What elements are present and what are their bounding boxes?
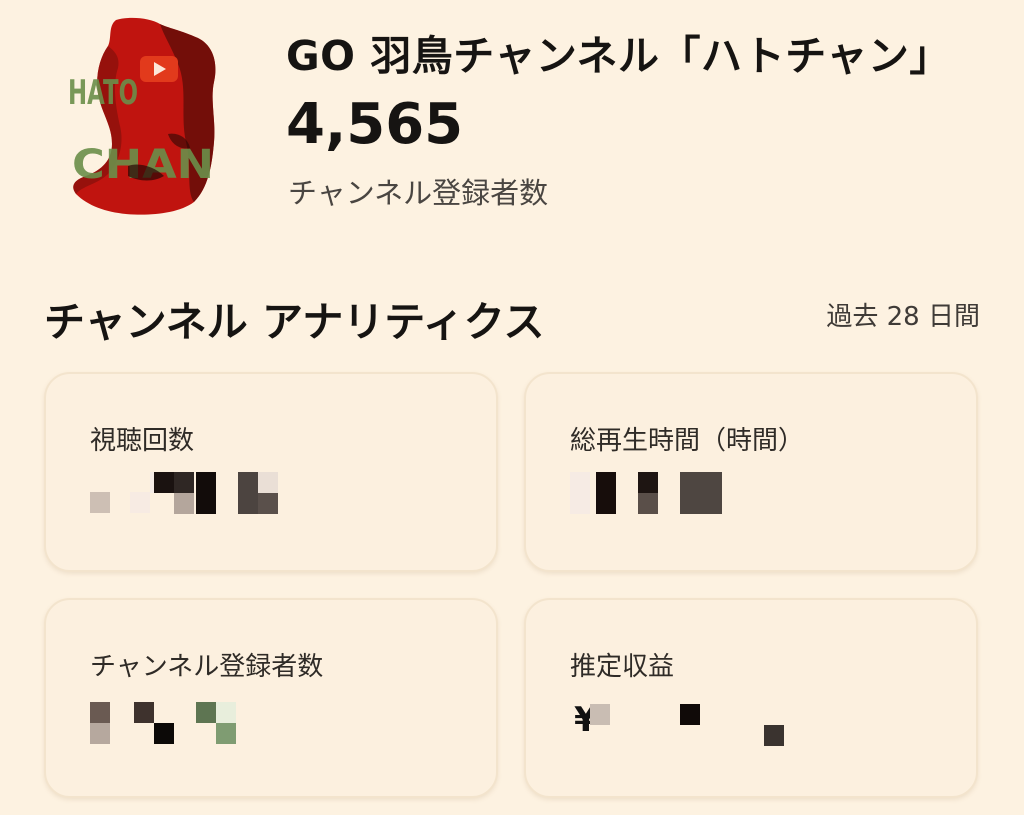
views-card[interactable]: 視聴回数 [44, 372, 498, 572]
subscribers-label: チャンネル登録者数 [90, 652, 324, 682]
revenue-card[interactable]: 推定収益 ¥ [524, 598, 978, 798]
period-selector[interactable]: 過去 28 日間 [826, 296, 980, 333]
svg-text:CHAN: CHAN [72, 142, 214, 188]
channel-avatar[interactable]: HATO CHAN [68, 16, 218, 216]
subscriber-label: チャンネル登録者数 [288, 176, 549, 210]
subscribers-value-redacted [90, 702, 310, 752]
svg-text:HATO: HATO [68, 73, 138, 113]
watch-time-value-redacted [570, 472, 790, 522]
analytics-title: チャンネル アナリティクス [44, 298, 545, 346]
watch-time-card[interactable]: 総再生時間（時間） [524, 372, 978, 572]
subscriber-count: 4,565 [286, 92, 464, 157]
revenue-label: 推定収益 [570, 652, 675, 682]
subscribers-card[interactable]: チャンネル登録者数 [44, 598, 498, 798]
channel-name[interactable]: GO 羽鳥チャンネル「ハトチャン」 [286, 22, 951, 82]
watch-time-label: 総再生時間（時間） [570, 426, 805, 456]
views-value-redacted [90, 472, 310, 522]
play-icon [140, 56, 178, 82]
channel-header: HATO CHAN GO 羽鳥チャンネル「ハトチャン」 4,565 チャンネル登… [0, 0, 1024, 240]
revenue-value-redacted [570, 704, 790, 754]
views-label: 視聴回数 [90, 426, 195, 456]
